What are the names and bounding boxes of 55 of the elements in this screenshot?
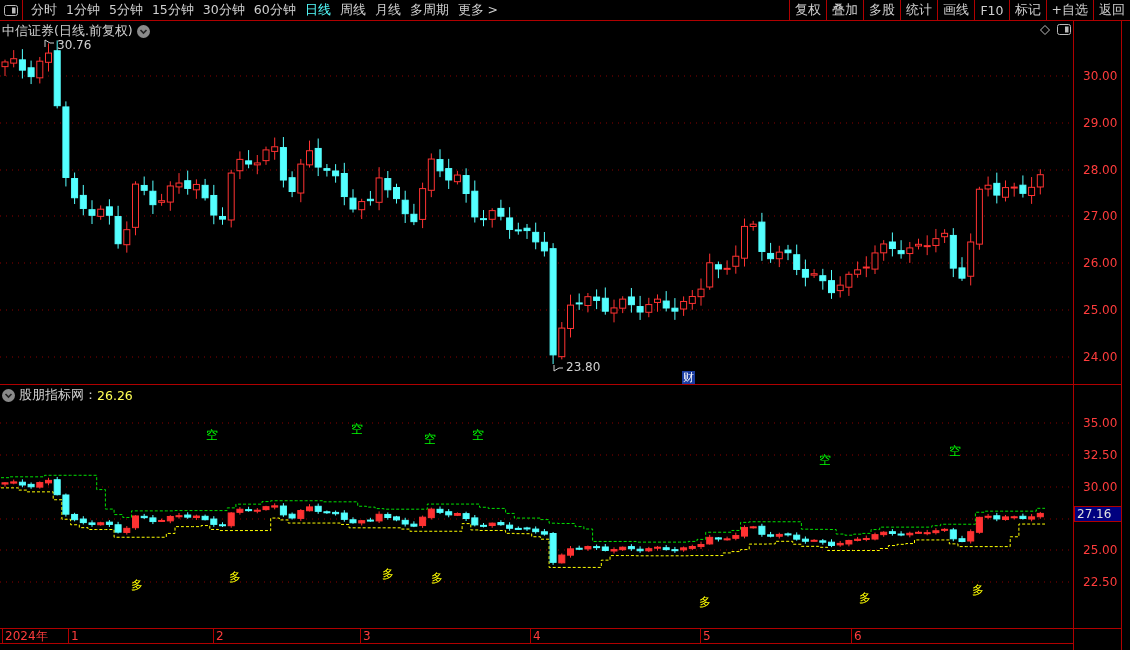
indicator-name: 股朋指标网： [19,387,97,404]
period-tab[interactable]: 日线 [300,1,335,19]
indicator-value: 26.26 [97,388,133,403]
date-label: 1 [68,629,79,643]
price-axis-label: 25.00 [1083,303,1118,317]
signal-label: 空 [351,423,363,436]
indicator-axis-label: 32.50 [1083,448,1118,462]
low-price-label: 23.80 [566,360,601,374]
indicator-axis-label: 25.00 [1083,543,1118,557]
panel-toggle-icon[interactable] [1057,24,1071,35]
period-tab[interactable]: 多周期 [405,1,453,19]
dropdown-icon[interactable] [136,25,150,38]
signal-label: 多 [382,568,394,581]
signal-label: 空 [819,454,831,467]
period-tab[interactable]: 月线 [370,1,405,19]
price-axis-label: 27.00 [1083,209,1118,223]
signal-label: 空 [949,445,961,458]
date-label: 5 [700,629,711,643]
signal-label: 空 [424,433,436,446]
date-label: 3 [360,629,371,643]
indicator-axis-label: 35.00 [1083,416,1118,430]
date-label: 2 [213,629,224,643]
period-tab[interactable]: 分时 [27,1,61,19]
indicator-axis-label: 30.00 [1083,480,1118,494]
date-label: 6 [851,629,862,643]
current-price-tag: 27.16 [1074,506,1122,522]
indicator-axis-label: 22.50 [1083,575,1118,589]
high-price-label: 30.76 [57,38,92,52]
price-axis-label: 28.00 [1083,163,1118,177]
price-axis-label: 30.00 [1083,69,1118,83]
chart-title: 中信证券(日线.前复权) [2,23,133,40]
dropdown-icon[interactable] [2,389,15,402]
date-label: 2024年 [2,629,48,643]
signal-label: 空 [206,429,218,442]
diamond-icon[interactable] [1040,25,1050,35]
event-badge[interactable]: 财 [682,371,695,384]
signal-label: 多 [131,579,143,592]
signal-label: 空 [472,429,484,442]
signal-label: 多 [859,592,871,605]
period-tab[interactable]: 更多 > [453,1,503,19]
period-tab[interactable]: 5分钟 [104,1,147,19]
price-axis-label: 26.00 [1083,256,1118,270]
date-label: 4 [530,629,541,643]
signal-label: 多 [229,571,241,584]
signal-label: 多 [972,584,984,597]
period-tab[interactable]: 30分钟 [198,1,249,19]
price-axis-label: 24.00 [1083,350,1118,364]
price-axis-label: 29.00 [1083,116,1118,130]
signal-label: 多 [699,596,711,609]
signal-label: 多 [431,572,443,585]
period-tab[interactable]: 1分钟 [62,1,104,19]
period-tab[interactable]: 15分钟 [147,1,198,19]
period-tab[interactable]: 周线 [335,1,370,19]
period-tab[interactable]: 60分钟 [249,1,300,19]
sidebar-icon[interactable] [4,4,18,16]
